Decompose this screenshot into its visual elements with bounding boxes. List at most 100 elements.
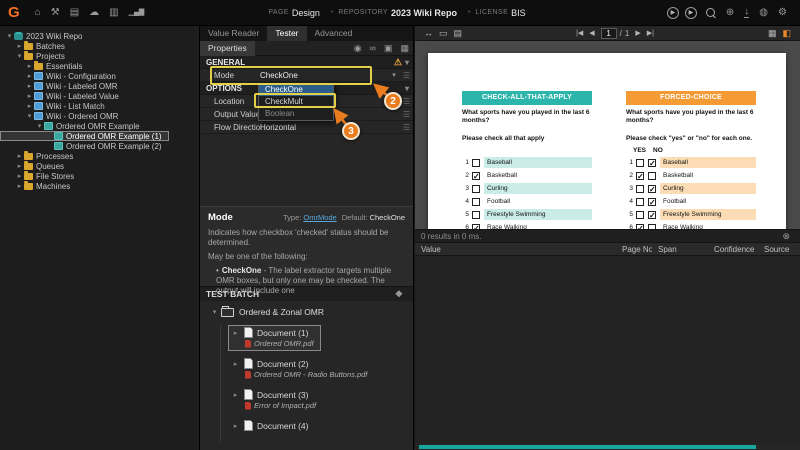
play-icon[interactable]: ▶ [666,6,679,19]
checkbox-yes-unchecked[interactable] [636,197,644,206]
checkbox-no-checked[interactable]: ✓ [648,197,656,206]
tab-tester[interactable]: Tester [267,26,307,41]
batch-document-document-3[interactable]: ▸ Document (3) Error of Impact.pdf [228,387,323,413]
tree-item-ordered-omr-example[interactable]: ▾ Ordered OMR Example [0,121,147,131]
layers-icon[interactable]: ◧ [782,28,791,39]
column-header-page-no[interactable]: Page No [616,245,652,254]
tree-item-wiki-list-match[interactable]: ▸ Wiki - List Match [0,101,112,111]
property-row-mode[interactable]: Mode CheckOne ▾ ☰ [200,69,413,82]
tree-item-processes[interactable]: ▸ Processes [0,151,80,161]
batch-document-document-1[interactable]: ▸ Document (1) Ordered OMR.pdf [228,325,321,351]
eye-icon[interactable]: ◉ [354,43,362,53]
checkbox-no-unchecked[interactable] [648,223,656,229]
expand-arrow-icon[interactable]: ▸ [231,391,240,399]
tab-value-reader[interactable]: Value Reader [200,26,267,41]
expand-arrow-icon[interactable]: ▸ [15,152,24,160]
page-fit-icon[interactable]: ▭ [439,28,448,39]
repository-value[interactable]: 2023 Wiki Repo [391,8,457,18]
expand-arrow-icon[interactable]: ▸ [231,329,240,337]
expand-arrow-icon[interactable]: ▾ [210,308,219,316]
first-page-button[interactable]: |◀ [576,29,583,37]
results-table-body[interactable] [415,256,800,444]
expand-arrow-icon[interactable]: ▸ [25,62,34,70]
checkbox-yes-checked[interactable]: ✓ [636,171,644,180]
general-section-header[interactable]: GENERAL ⚠ ▾ [200,56,413,69]
column-header-span[interactable]: Span [652,245,708,254]
tree-item-wiki-labeled-value[interactable]: ▸ Wiki - Labeled Value [0,91,126,101]
expand-arrow-icon[interactable]: ▾ [25,112,34,120]
prev-page-button[interactable]: ◀ [589,29,594,37]
tab-properties[interactable]: Properties [200,40,255,56]
tree-item-ordered-omr-example-2[interactable]: Ordered OMR Example (2) [0,141,169,151]
tree-item-machines[interactable]: ▸ Machines [0,181,77,191]
scrollbar-thumb[interactable] [419,445,756,449]
dropdown-option-boolean[interactable]: Boolean [259,108,333,120]
checkbox-yes-unchecked[interactable] [636,158,644,167]
checkbox-unchecked[interactable] [472,197,480,206]
dropdown-chevron-icon[interactable]: ▾ [388,71,400,79]
chevron-down-icon[interactable]: ▾ [405,84,409,93]
column-header-value[interactable]: Value [415,245,616,254]
expand-arrow-icon[interactable]: ▸ [25,82,34,90]
zoom-icon[interactable]: ⊕ [726,7,734,18]
last-page-button[interactable]: ▶| [647,29,654,37]
batch-document-document-2[interactable]: ▸ Document (2) Ordered OMR - Radio Buttons… [228,356,374,382]
select-tool-icon[interactable]: ▦ [768,28,777,39]
checkbox-unchecked[interactable] [472,158,480,167]
page-number-input[interactable]: 1 [600,27,617,39]
printer-icon[interactable]: ▥ [109,7,118,18]
chevron-down-icon[interactable]: ▾ [405,58,409,67]
expand-arrow-icon[interactable]: ▸ [15,172,24,180]
checkbox-unchecked[interactable] [472,184,480,193]
row-menu-icon[interactable]: ☰ [400,123,413,132]
batch-folder[interactable]: ▾ Ordered & Zonal OMR [210,305,413,317]
checkbox-unchecked[interactable] [472,210,480,219]
batch-document-document-4[interactable]: ▸ Document (4) [228,418,316,434]
license-value[interactable]: BIS [511,8,526,18]
checkbox-yes-unchecked[interactable] [636,210,644,219]
search-icon[interactable] [705,8,715,17]
checkbox-yes-checked[interactable]: ✓ [636,223,644,229]
expand-arrow-icon[interactable]: ▸ [25,92,34,100]
download-icon[interactable]: ↓ [744,7,750,18]
tree-item-2023-wiki-repo[interactable]: ▾ 2023 Wiki Repo [0,31,89,41]
expand-arrow-icon[interactable]: ▸ [25,72,34,80]
dropdown-option-checkone[interactable]: CheckOne [259,84,333,96]
row-menu-icon[interactable]: ☰ [400,110,413,119]
row-menu-icon[interactable]: ☰ [400,71,413,80]
tree-item-wiki-labeled-omr[interactable]: ▸ Wiki - Labeled OMR [0,81,125,91]
property-row-flow-direction[interactable]: Flow Direction Horizontal ☰ [200,121,413,134]
play-all-icon[interactable]: ▶ [684,6,697,19]
expand-arrow-icon[interactable]: ▾ [35,122,44,130]
column-header-source[interactable]: Source [758,245,800,254]
mode-value[interactable]: CheckOne [260,71,388,80]
fit-width-icon[interactable]: ↔ [424,28,433,38]
tree-item-wiki-ordered-omr[interactable]: ▾ Wiki - Ordered OMR [0,111,125,121]
tree-item-wiki-configuration[interactable]: ▸ Wiki - Configuration [0,71,123,81]
tree-item-batches[interactable]: ▸ Batches [0,41,72,51]
checkbox-no-checked[interactable]: ✓ [648,184,656,193]
checkbox-checked[interactable]: ✓ [472,223,480,229]
row-menu-icon[interactable]: ☰ [400,97,413,106]
expand-arrow-icon[interactable]: ▸ [15,182,24,190]
document-page[interactable]: CHECK-ALL-THAT-APPLY What sports have yo… [428,53,786,229]
viewer-hscrollbar[interactable] [415,444,800,450]
expand-arrow-icon[interactable]: ▸ [231,422,240,430]
checkbox-no-checked[interactable]: ✓ [648,158,656,167]
checkbox-checked[interactable]: ✓ [472,171,480,180]
page-value[interactable]: Design [292,8,320,18]
settings-icon[interactable]: ⚙ [778,7,787,18]
library-icon[interactable]: ▤ [70,7,79,18]
expand-arrow-icon[interactable]: ▸ [15,42,24,50]
dropdown-option-checkmult[interactable]: CheckMult [259,96,333,108]
globe-icon[interactable]: ◍ [759,7,768,18]
app-logo[interactable]: G [8,4,20,21]
expand-arrow-icon[interactable]: ▸ [231,360,240,368]
link-icon[interactable]: ∞ [370,43,376,53]
tree-item-file-stores[interactable]: ▸ File Stores [0,171,81,181]
viewer-canvas[interactable]: CHECK-ALL-THAT-APPLY What sports have yo… [415,41,800,229]
tree-item-ordered-omr-example-1[interactable]: Ordered OMR Example (1) [0,131,169,141]
tree-item-projects[interactable]: ▾ Projects [0,51,72,61]
thumbnails-icon[interactable]: ▤ [454,28,463,39]
expand-arrow-icon[interactable]: ▸ [25,102,34,110]
